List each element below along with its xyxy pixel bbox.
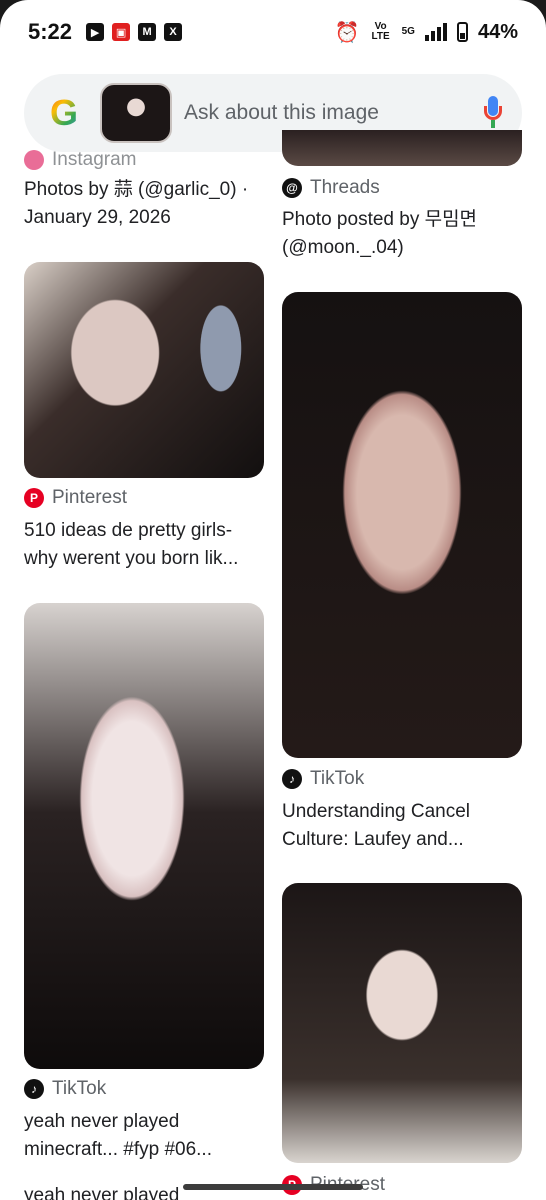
query-image-thumbnail[interactable] bbox=[100, 83, 172, 143]
threads-icon: @ bbox=[282, 178, 302, 198]
result-image[interactable] bbox=[24, 262, 264, 478]
result-title[interactable]: yeah never played minecraft... #fyp #06.… bbox=[24, 1108, 268, 1164]
home-indicator[interactable] bbox=[183, 1184, 363, 1190]
result-title[interactable]: Understanding Cancel Culture: Laufey and… bbox=[282, 798, 526, 854]
battery-percent: 44% bbox=[477, 20, 518, 43]
result-image[interactable] bbox=[282, 292, 522, 758]
pinterest-icon: P bbox=[24, 488, 44, 508]
instagram-icon bbox=[24, 150, 44, 170]
result-title[interactable]: Photos by 蒜 (@garlic_0) · January 29, 20… bbox=[24, 176, 268, 232]
result-image[interactable] bbox=[24, 603, 264, 1069]
clock: 5:22 bbox=[28, 19, 73, 44]
result-source[interactable]: Instagram bbox=[24, 150, 136, 170]
gmail-icon: M bbox=[138, 23, 157, 41]
result-title[interactable]: Photo posted by 무밈면 (@moon._.04) bbox=[282, 206, 526, 262]
result-source[interactable]: P Pinterest bbox=[24, 487, 127, 509]
shop-icon: ▣ bbox=[112, 23, 131, 41]
alarm-icon: ⏰ bbox=[334, 21, 360, 44]
google-logo-icon[interactable]: G bbox=[44, 93, 84, 133]
volte-label: Vo LTE bbox=[371, 21, 390, 42]
x-icon: X bbox=[164, 23, 183, 41]
result-image[interactable] bbox=[282, 130, 522, 166]
battery-icon bbox=[456, 22, 468, 42]
result-source[interactable]: ♪ TikTok bbox=[282, 768, 364, 790]
youtube-icon: ▶ bbox=[86, 23, 105, 41]
tiktok-icon: ♪ bbox=[282, 769, 302, 789]
result-title[interactable]: 510 ideas de pretty girls- why werent yo… bbox=[24, 517, 268, 573]
mic-icon[interactable] bbox=[484, 96, 502, 130]
system-icons: ⏰ Vo LTE 5G 44% bbox=[335, 20, 518, 45]
signal-icon bbox=[424, 23, 447, 41]
result-source[interactable]: @ Threads bbox=[282, 177, 380, 199]
status-bar: 5:22 ▶ ▣ M X ⏰ Vo LTE 5G 44% bbox=[0, 0, 546, 64]
notification-icons: ▶ ▣ M X bbox=[86, 23, 183, 41]
result-image[interactable] bbox=[282, 883, 522, 1163]
tiktok-icon: ♪ bbox=[24, 1079, 44, 1099]
result-source[interactable]: ♪ TikTok bbox=[24, 1078, 106, 1100]
network-label: 5G bbox=[401, 26, 415, 37]
search-input[interactable]: Ask about this image bbox=[184, 101, 484, 125]
screen: 5:22 ▶ ▣ M X ⏰ Vo LTE 5G 44% G Ask about… bbox=[0, 0, 546, 1200]
